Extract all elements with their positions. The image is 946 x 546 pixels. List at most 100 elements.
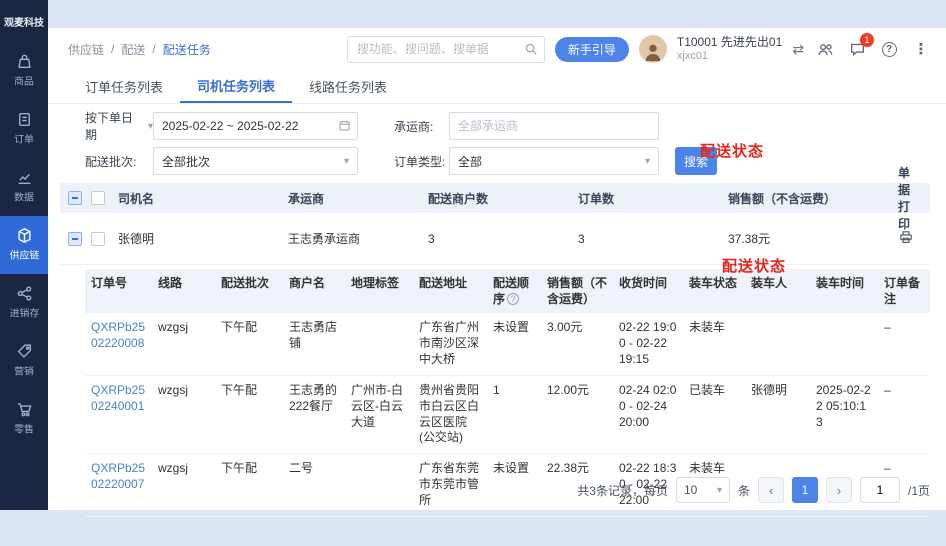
person-icon: [642, 41, 664, 63]
date-type-label: 按下单日期: [85, 109, 145, 143]
supply-box-icon: [16, 227, 33, 244]
page-jump-input[interactable]: [860, 477, 900, 503]
order-sales: 3.00元: [541, 313, 613, 374]
more-menu-icon[interactable]: ⋮: [910, 38, 932, 60]
carrier-label: 承运商:: [394, 118, 449, 135]
order-load-time: [810, 313, 878, 374]
tab-driver-task-list[interactable]: 司机任务列表: [180, 70, 292, 103]
app-window: 观麦科技 商品 订单 数据 供应链 进销存 营销 零售: [0, 0, 946, 546]
help-icon[interactable]: ?: [878, 38, 900, 60]
order-row: QXRPb2502220008 wzgsj 下午配 王志勇店铺 广东省广州市南沙…: [85, 313, 930, 375]
order-geo: 广州市-白云区-白云大道: [345, 376, 413, 453]
top-header: 供应链 / 配送 / 配送任务 新手引导 T10001 先进先出01 xjxc0…: [48, 28, 946, 70]
column-seq: 配送顺序?: [487, 269, 541, 313]
select-all-checkbox[interactable]: [91, 191, 105, 205]
sidebar-item-marketing[interactable]: 营销: [0, 332, 48, 390]
date-range-input[interactable]: [153, 112, 358, 140]
chevron-down-icon: ▾: [717, 485, 722, 496]
order-type-select[interactable]: 全部 ▾: [449, 147, 659, 175]
order-number-link[interactable]: QXRPb2502220008: [91, 320, 145, 350]
column-sales: 销售额（不含运费）: [722, 190, 892, 207]
sidebar-item-goods[interactable]: 商品: [0, 42, 48, 100]
chevron-down-icon: ▾: [645, 156, 650, 167]
total-pages-label: /1页: [908, 482, 930, 499]
sidebar: 观麦科技 商品 订单 数据 供应链 进销存 营销 零售: [0, 0, 48, 510]
order-merchant: 二号: [283, 454, 345, 515]
next-page-button[interactable]: ›: [826, 477, 852, 503]
row-checkbox[interactable]: [91, 232, 105, 246]
global-search-input[interactable]: [347, 36, 545, 63]
column-geo: 地理标签: [345, 269, 413, 313]
sidebar-item-label: 数据: [14, 190, 34, 204]
collapse-toggle[interactable]: [68, 232, 82, 246]
sidebar-item-label: 进销存: [9, 306, 39, 320]
carrier-input[interactable]: [449, 112, 659, 140]
column-order-no: 订单号: [85, 269, 152, 313]
order-type-select-value: 全部: [458, 153, 482, 170]
order-table-header: 订单号 线路 配送批次 商户名 地理标签 配送地址 配送顺序? 销售额（不含运费…: [85, 269, 930, 313]
page-1-button[interactable]: 1: [792, 477, 818, 503]
annotation-delivery-status: 配送状态: [722, 255, 786, 276]
avatar[interactable]: [639, 35, 667, 63]
header-select-cell: [60, 191, 112, 205]
breadcrumb-supply-chain[interactable]: 供应链: [68, 41, 104, 58]
order-remark: –: [878, 313, 930, 374]
order-load-status: 已装车: [683, 376, 745, 453]
date-range-picker[interactable]: [153, 112, 358, 140]
header-actions: 新手引导 T10001 先进先出01 xjxc01 ⇄ 1 ?: [347, 35, 932, 64]
sidebar-item-inventory[interactable]: 进销存: [0, 274, 48, 332]
driver-sales: 37.38元: [722, 230, 892, 247]
contacts-icon[interactable]: [814, 38, 836, 60]
messages-icon[interactable]: 1: [846, 38, 868, 60]
order-number-link[interactable]: QXRPb2502220007: [91, 461, 145, 491]
prev-page-button[interactable]: ‹: [758, 477, 784, 503]
search-icon[interactable]: [524, 42, 538, 56]
breadcrumb-delivery[interactable]: 配送: [121, 41, 145, 58]
user-account: xjxc01: [677, 50, 782, 64]
page-size-unit: 条: [738, 482, 750, 499]
order-address: 广东省东莞市东莞市管所: [413, 454, 487, 515]
tab-route-task-list[interactable]: 线路任务列表: [292, 70, 404, 103]
help-circle-icon[interactable]: ?: [507, 293, 519, 305]
user-info[interactable]: T10001 先进先出01 xjxc01: [677, 35, 782, 64]
collapse-all-toggle[interactable]: [68, 191, 82, 205]
order-line: wzgsj: [152, 454, 215, 515]
sidebar-item-data[interactable]: 数据: [0, 158, 48, 216]
filter-panel: 按下单日期 ▾ 承运商: 配送批次: 全部批次 ▾ 订单类型: 全部: [48, 104, 946, 181]
driver-name: 张德明: [112, 230, 282, 247]
breadcrumb-separator: /: [152, 42, 155, 56]
order-number-link[interactable]: QXRPb2502240001: [91, 383, 145, 413]
batch-select[interactable]: 全部批次 ▾: [153, 147, 358, 175]
column-address: 配送地址: [413, 269, 487, 313]
sidebar-item-supply-chain[interactable]: 供应链: [0, 216, 48, 274]
column-carrier: 承运商: [282, 190, 422, 207]
switch-account-icon[interactable]: ⇄: [792, 41, 804, 58]
order-address: 贵州省贵阳市白云区白云区医院(公交站): [413, 376, 487, 453]
breadcrumb-separator: /: [111, 42, 114, 56]
page-size-select[interactable]: 10 ▾: [676, 477, 730, 503]
bag-icon: [16, 53, 33, 70]
user-name: T10001 先进先出01: [677, 35, 782, 50]
order-receive-time: 02-22 19:00 - 02-22 19:15: [613, 313, 683, 374]
column-print: 单据打印: [892, 164, 930, 232]
date-type-dropdown[interactable]: 按下单日期 ▾: [85, 109, 153, 143]
column-merchant: 商户名: [283, 269, 345, 313]
batch-select-value: 全部批次: [162, 153, 210, 170]
sidebar-item-label: 营销: [14, 364, 34, 378]
order-load-status: 未装车: [683, 313, 745, 374]
order-batch: 下午配: [215, 376, 283, 453]
order-merchant: 王志勇店铺: [283, 313, 345, 374]
column-remark: 订单备注: [878, 269, 930, 313]
sidebar-item-label: 供应链: [9, 248, 39, 262]
filter-row-1: 按下单日期 ▾ 承运商:: [85, 112, 930, 140]
print-icon[interactable]: [898, 229, 914, 248]
column-load-time: 装车时间: [810, 269, 878, 313]
brand-logo: 观麦科技: [0, 0, 48, 42]
sidebar-item-orders[interactable]: 订单: [0, 100, 48, 158]
driver-table-header: 司机名 承运商 配送商户数 订单数 销售额（不含运费） 单据打印: [60, 183, 930, 213]
guide-button[interactable]: 新手引导: [555, 37, 629, 62]
tab-order-task-list[interactable]: 订单任务列表: [68, 70, 180, 103]
order-receive-time: 02-24 02:00 - 02-24 20:00: [613, 376, 683, 453]
column-order-count: 订单数: [572, 190, 722, 207]
sidebar-item-retail[interactable]: 零售: [0, 390, 48, 448]
